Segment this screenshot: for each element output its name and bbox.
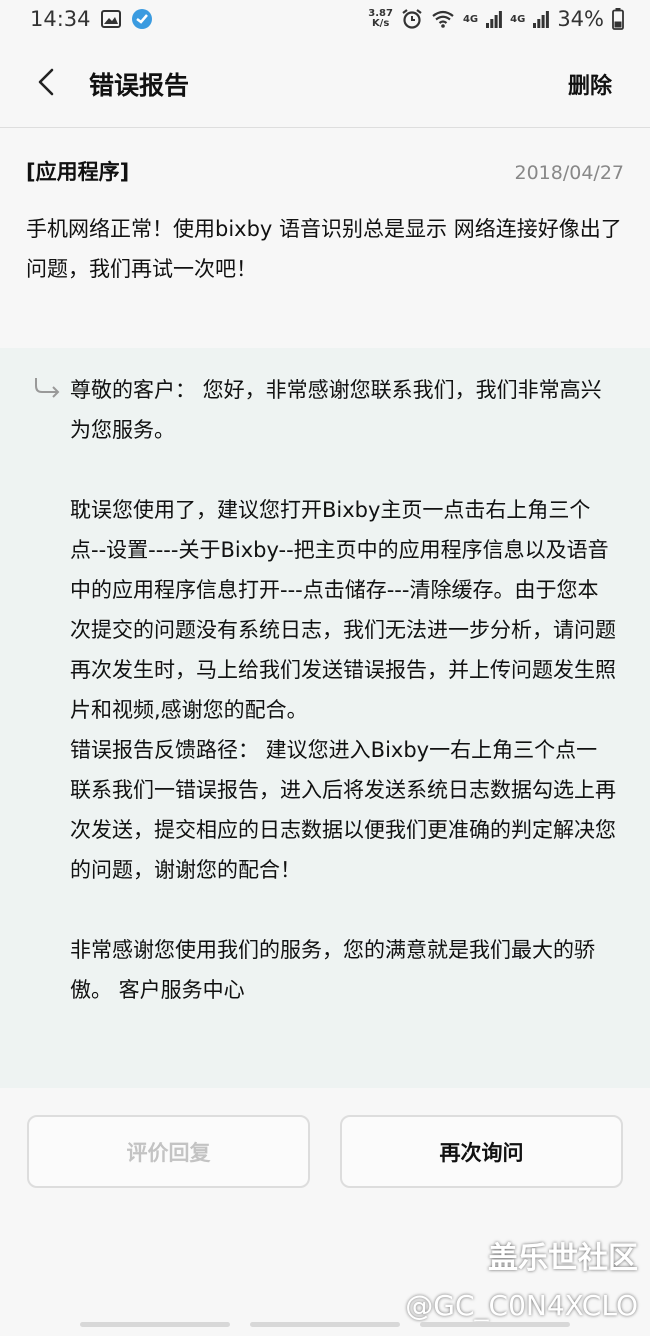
status-time: 14:34 xyxy=(30,7,91,31)
app-header: 错误报告 删除 xyxy=(0,38,650,128)
watermark-handle: @GC_C0N4XCLO xyxy=(405,1289,638,1322)
network-speed: 3.87 K/s xyxy=(368,8,393,29)
question-category: [应用程序] xyxy=(26,160,130,184)
answer-body: 尊敬的客户： 您好，非常感谢您联系我们，我们非常高兴为您服务。 耽误您使用了，建… xyxy=(70,370,618,1010)
gallery-icon xyxy=(100,10,121,28)
network-type-2: 4G xyxy=(510,13,526,25)
chevron-left-icon xyxy=(38,68,54,96)
signal-icon-2 xyxy=(533,10,550,28)
battery-level: 34% xyxy=(557,7,604,31)
question-date: 2018/04/27 xyxy=(514,162,624,184)
reply-arrow-icon xyxy=(35,378,60,398)
back-button[interactable] xyxy=(28,64,64,100)
answer-closing: 非常感谢您使用我们的服务，您的满意就是我们最大的骄傲。 客户服务中心 xyxy=(70,938,595,1002)
watermark: 盖乐世社区 @GC_C0N4XCLO xyxy=(405,1233,638,1322)
battery-icon xyxy=(612,8,624,30)
signal-icon-1 xyxy=(486,10,503,28)
network-type-1: 4G xyxy=(462,13,479,25)
answer-section: 尊敬的客户： 您好，非常感谢您联系我们，我们非常高兴为您服务。 耽误您使用了，建… xyxy=(0,348,650,1088)
delete-button[interactable]: 删除 xyxy=(568,68,612,100)
status-bar: 14:34 3.87 K/s 4G 4G 34% xyxy=(0,0,650,38)
answer-greeting: 尊敬的客户： 您好，非常感谢您联系我们，我们非常高兴为您服务。 xyxy=(70,378,602,442)
watermark-brand: 盖乐世社区 xyxy=(488,1241,638,1276)
wifi-icon xyxy=(431,9,455,29)
answer-paragraph: 耽误您使用了，建议您打开Bixby主页一点击右上角三个点--设置----关于Bi… xyxy=(70,498,616,722)
answer-feedback-path: 错误报告反馈路径： 建议您进入Bixby一右上角三个点一联系我们一错误报告，进入… xyxy=(70,738,616,882)
bottom-divider xyxy=(0,1322,650,1328)
question-section: [应用程序] 2018/04/27 手机网络正常！使用bixby 语音识别总是显… xyxy=(0,129,650,348)
page-title: 错误报告 xyxy=(89,71,190,100)
alarm-icon xyxy=(401,8,423,30)
ask-again-button[interactable]: 再次询问 xyxy=(340,1115,623,1188)
rate-reply-button[interactable]: 评价回复 xyxy=(27,1115,310,1188)
question-text: 手机网络正常！使用bixby 语音识别总是显示 网络连接好像出了问题，我们再试一… xyxy=(26,217,622,281)
app-notification-icon xyxy=(131,8,153,30)
action-bar: 评价回复 再次询问 xyxy=(0,1115,650,1190)
